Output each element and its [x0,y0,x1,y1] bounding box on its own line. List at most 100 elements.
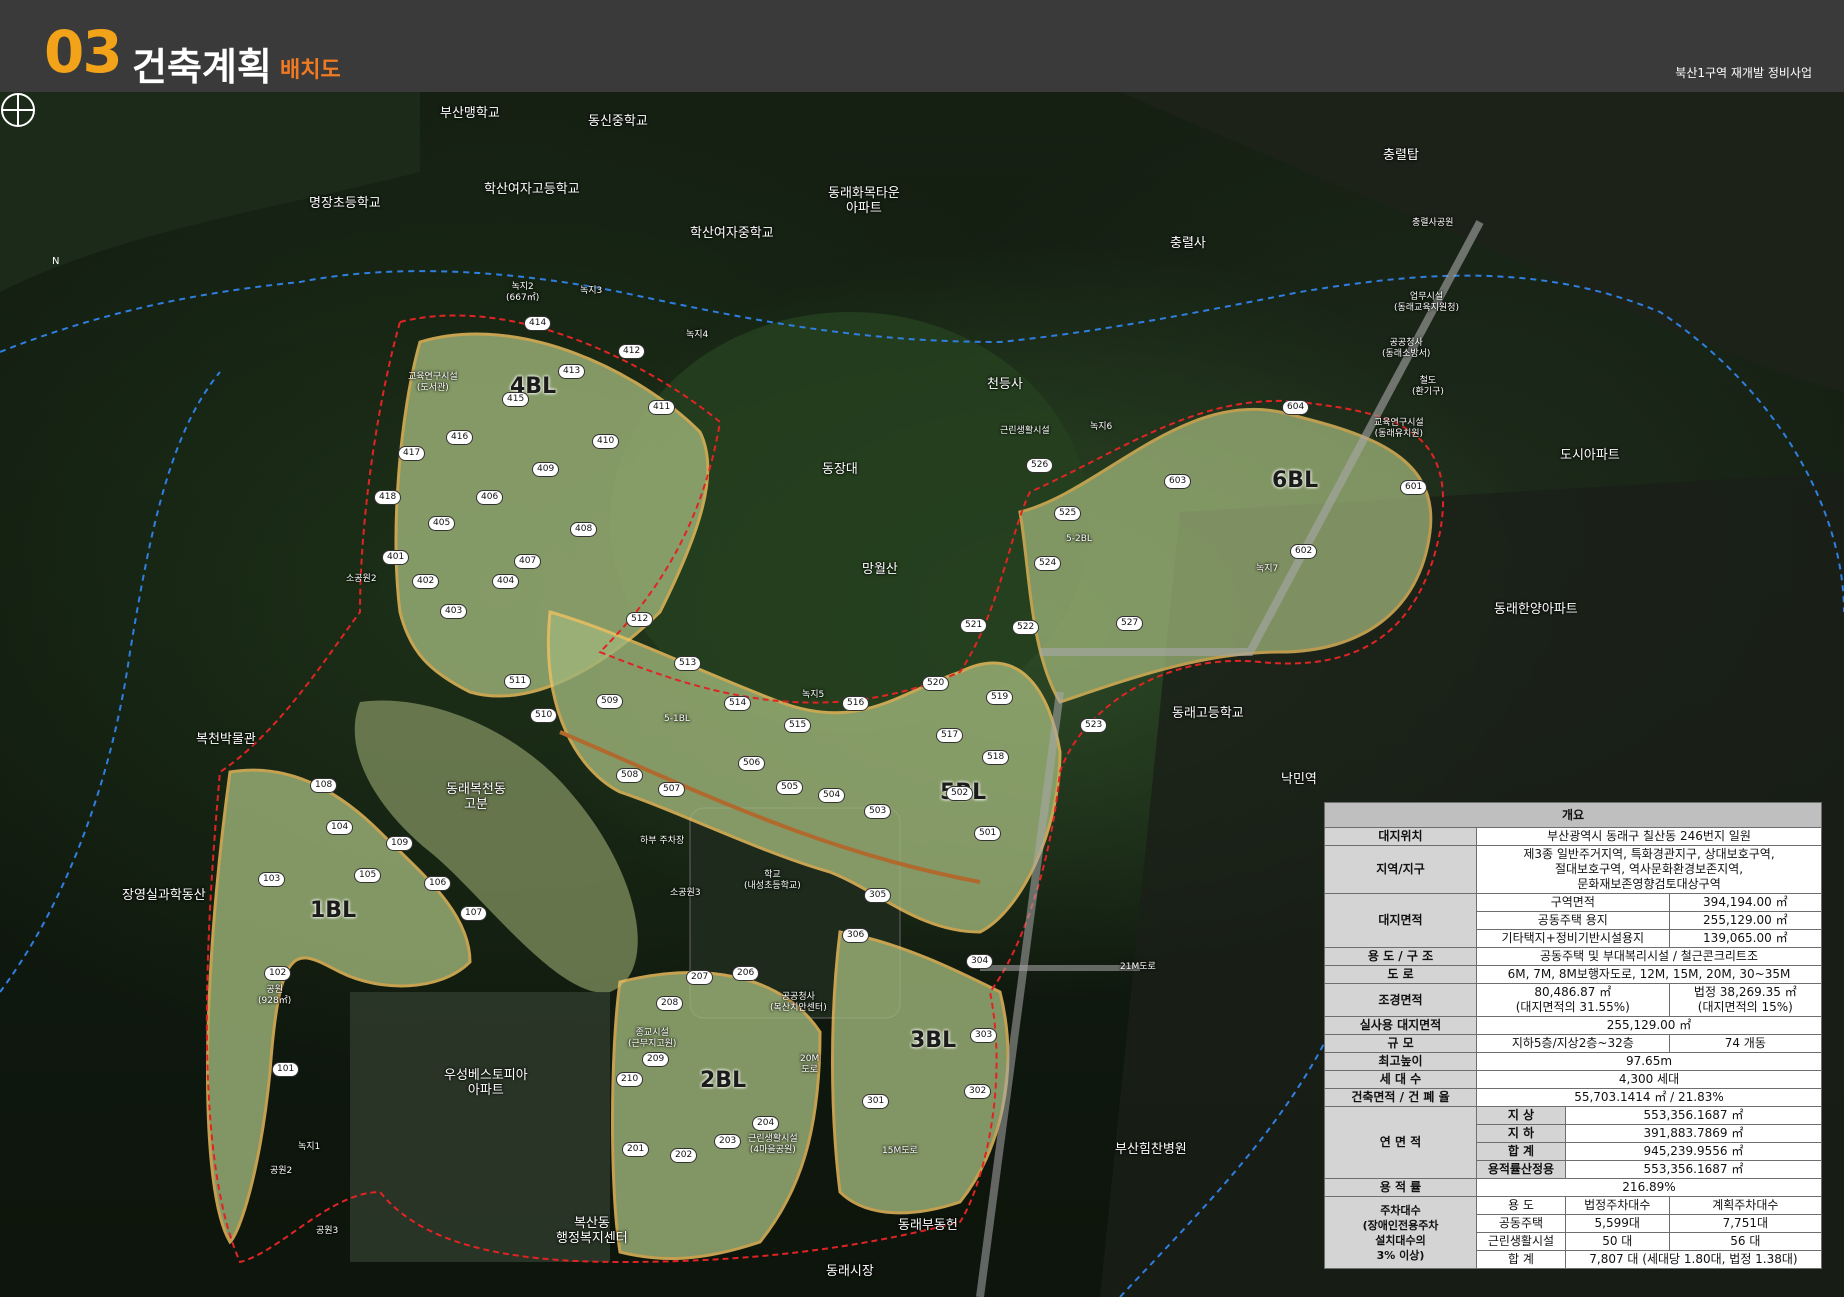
floor-area-row-value: 945,239.9556 ㎡ [1564,1142,1823,1161]
max-height-label: 최고높이 [1324,1052,1477,1071]
landscape-label: 조경면적 [1324,983,1477,1017]
building-tag: 102 [264,966,292,981]
label-station: 철도 (환기구) [1412,376,1444,397]
building-tag: 601 [1400,480,1428,495]
building-tag: 510 [530,708,558,723]
building-tag: 208 [656,996,684,1011]
site-area-row-value: 394,194.00 ㎡ [1668,893,1823,912]
building-tag: 417 [398,446,426,461]
building-area-value: 55,703.1414 ㎡ / 21.83% [1476,1088,1822,1107]
building-tag: 504 [818,788,846,803]
building-tag: 210 [616,1072,644,1087]
parking-use: 공동주택 [1476,1214,1566,1233]
building-tag: 516 [842,696,870,711]
urban-area-northwest [0,92,420,292]
building-tag: 203 [714,1134,742,1149]
block-label-5-1bl: 5-1BL [664,714,690,724]
building-tag: 207 [686,970,714,985]
zone-label: 지역/지구 [1324,845,1477,894]
label-park2: 공원2 [270,1166,293,1176]
project-name: 북산1구역 재개발 정비사업 [1675,66,1812,80]
label-green3: 녹지3 [580,286,603,296]
block-label-1bl: 1BL [310,898,357,923]
label-park-928: 공원 (928㎡) [258,985,292,1006]
label-jangyeongsil: 장영실과학동산 [122,888,206,903]
urban-area-northeast [1120,92,1844,392]
parking-plan: 56 대 [1668,1232,1823,1251]
use-value: 공동주택 및 부대복리시설 / 철근콘크리트조 [1476,947,1822,966]
block-label-2bl: 2BL [700,1068,747,1093]
building-tag: 407 [514,554,542,569]
label-dongnae-market: 동래시장 [826,1264,874,1279]
site-area-label: 대지면적 [1324,893,1477,948]
building-tag: 105 [354,868,382,883]
block-2bl-area [611,971,822,1261]
building-tag: 305 [864,888,892,903]
building-tag: 202 [670,1148,698,1163]
building-tag: 303 [970,1028,998,1043]
building-tag: 505 [776,780,804,795]
landscape-value-a: 80,486.87 ㎡ (대지면적의 31.55%) [1476,983,1670,1017]
label-chungnyeolsa: 충렬사 [1170,236,1206,251]
building-tag: 401 [382,550,410,565]
parking-header: 법정주차대수 [1564,1196,1670,1215]
label-green7: 녹지7 [1256,564,1279,574]
building-tag: 405 [428,516,456,531]
section-number: 03 [44,18,123,86]
site-area-row-name: 기타택지+정비기반시설용지 [1476,929,1670,948]
building-tag: 527 [1116,616,1144,631]
building-tag: 508 [616,768,644,783]
label-dosi-apt: 도시아파트 [1560,448,1620,463]
site-area-row-name: 구역면적 [1476,893,1670,912]
label-busan-hospital: 부산힘찬병원 [1115,1142,1187,1157]
building-tag: 412 [618,344,646,359]
building-tag: 404 [492,574,520,589]
parking-use: 근린생활시설 [1476,1232,1566,1251]
building-tag: 403 [440,604,468,619]
building-tag: 511 [504,674,532,689]
building-tag: 501 [974,826,1002,841]
label-public-office: 공공청사 (복산치안센터) [770,992,827,1013]
building-tag: 406 [476,490,504,505]
label-green6: 녹지6 [1090,422,1113,432]
building-tag: 103 [258,872,286,887]
building-tag: 519 [986,690,1014,705]
label-religious: 종교시설 (근무지고원) [628,1028,677,1049]
label-green2: 녹지2 (667㎡) [506,282,540,303]
label-dongnae-bu: 동래부동헌 [898,1218,958,1233]
building-tag: 525 [1054,506,1082,521]
label-dongsin-middle: 동신중학교 [588,114,648,129]
parking-plan: 7,751대 [1668,1214,1823,1233]
zone-value: 제3종 일반주거지역, 특화경관지구, 상대보호구역, 절대보호구역, 역사문화… [1476,845,1822,894]
floor-area-row-value: 553,356.1687 ㎡ [1564,1160,1823,1179]
building-tag: 204 [752,1116,780,1131]
site-location-label: 대지위치 [1324,827,1477,846]
building-tag: 304 [966,954,994,969]
label-welfare: 근린생활시설 (4마을공원) [748,1134,798,1155]
floor-area-label: 연 면 적 [1324,1106,1477,1179]
parking-legal: 5,599대 [1564,1214,1670,1233]
building-tag: 209 [642,1052,670,1067]
actual-area-value: 255,129.00 ㎡ [1476,1016,1822,1035]
building-tag: 503 [864,804,892,819]
building-tag: 603 [1164,474,1192,489]
north-arrow-icon [1,93,35,127]
building-tag: 411 [648,400,676,415]
building-tag: 414 [524,316,552,331]
label-dongnae-hanyang: 동래한양아파트 [1494,602,1578,617]
building-tag: 306 [842,928,870,943]
overview-title: 개요 [1324,802,1822,828]
households-label: 세 대 수 [1324,1070,1477,1089]
label-haksan-girls-high: 학산여자고등학교 [484,182,580,197]
label-cheondeungsa: 천등사 [987,377,1023,392]
building-area-label: 건축면적 / 건 폐 율 [1324,1088,1477,1107]
building-tag: 104 [326,820,354,835]
building-tag: 515 [784,718,812,733]
label-wooseong-apt: 우성베스토피아 아파트 [444,1068,528,1098]
label-busan-maeng-school: 부산맹학교 [440,106,500,121]
label-neighborhood: 근린생활시설 [1000,426,1050,436]
north-label: N [52,256,60,267]
site-area-row-value: 139,065.00 ㎡ [1668,929,1823,948]
label-road-15m: 15M도로 [882,1146,918,1156]
building-tag: 402 [412,574,440,589]
